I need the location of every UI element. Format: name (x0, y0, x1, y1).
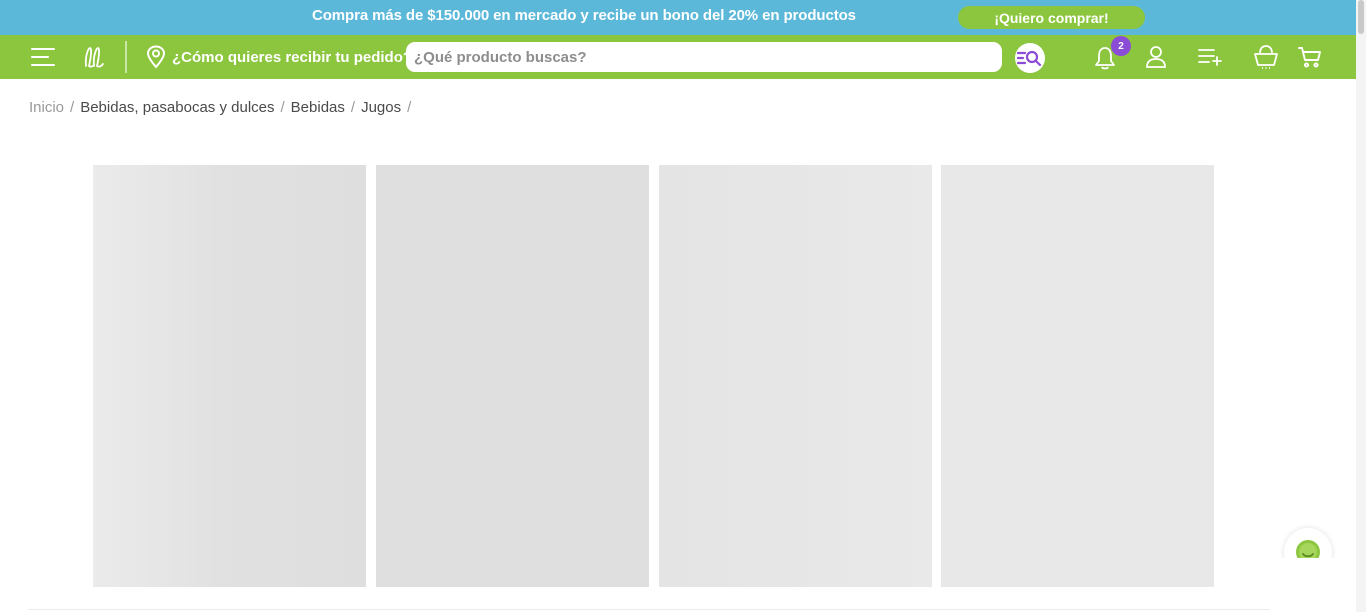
promo-bar: Compra más de $150.000 en mercado y reci… (0, 0, 1356, 35)
search-box (406, 42, 1002, 72)
brand-logo-icon (84, 47, 104, 68)
breadcrumb-separator: / (70, 99, 75, 116)
location-pin-icon (146, 45, 166, 69)
breadcrumb-separator: / (350, 99, 356, 116)
skeleton-card (659, 165, 932, 587)
delivery-selector[interactable]: ¿Cómo quieres recibir tu pedido? (146, 44, 412, 70)
skeleton-card (376, 165, 649, 587)
breadcrumb-link-bebidas-pasabocas-dulces[interactable]: Bebidas, pasabocas y dulces (80, 99, 274, 116)
delivery-label: ¿Cómo quieres recibir tu pedido? (172, 48, 413, 66)
basket-icon (1254, 45, 1278, 69)
shopping-list-icon (1198, 49, 1222, 66)
scrollbar-thumb[interactable] (1358, 0, 1364, 34)
breadcrumb-separator: / (407, 99, 412, 116)
menu-icon (30, 48, 55, 66)
basket-button[interactable] (1252, 43, 1280, 71)
cart-icon (1298, 47, 1321, 68)
cart-button[interactable] (1297, 44, 1323, 70)
user-icon (1146, 46, 1166, 68)
breadcrumb: Inicio / Bebidas, pasabocas y dulces / B… (29, 99, 417, 116)
chat-button-overlap (1270, 558, 1356, 612)
promo-cta-button[interactable]: ¡Quiero comprar! (958, 6, 1145, 29)
notification-badge: 2 (1111, 36, 1131, 56)
search-button[interactable] (1015, 43, 1045, 73)
header-divider (125, 41, 127, 73)
breadcrumb-link-bebidas[interactable]: Bebidas (291, 99, 345, 116)
page-scrollbar[interactable] (1356, 0, 1366, 612)
brand-logo[interactable] (80, 43, 108, 71)
skeleton-card (941, 165, 1214, 587)
menu-button[interactable] (29, 45, 56, 69)
search-input[interactable] (406, 42, 1002, 72)
promo-text: Compra más de $150.000 en mercado y reci… (312, 7, 856, 24)
search-filter-icon (1017, 50, 1042, 66)
page: Compra más de $150.000 en mercado y reci… (0, 0, 1366, 612)
account-button[interactable] (1143, 43, 1169, 71)
skeleton-card (93, 165, 366, 587)
shopping-list-button[interactable] (1197, 45, 1223, 69)
breadcrumb-link-jugos[interactable]: Jugos (361, 99, 401, 116)
breadcrumb-separator: / (280, 99, 285, 116)
main-header: ¿Cómo quieres recibir tu pedido? (0, 35, 1356, 79)
breadcrumb-link-inicio[interactable]: Inicio (29, 99, 64, 116)
content-divider (28, 609, 1328, 610)
